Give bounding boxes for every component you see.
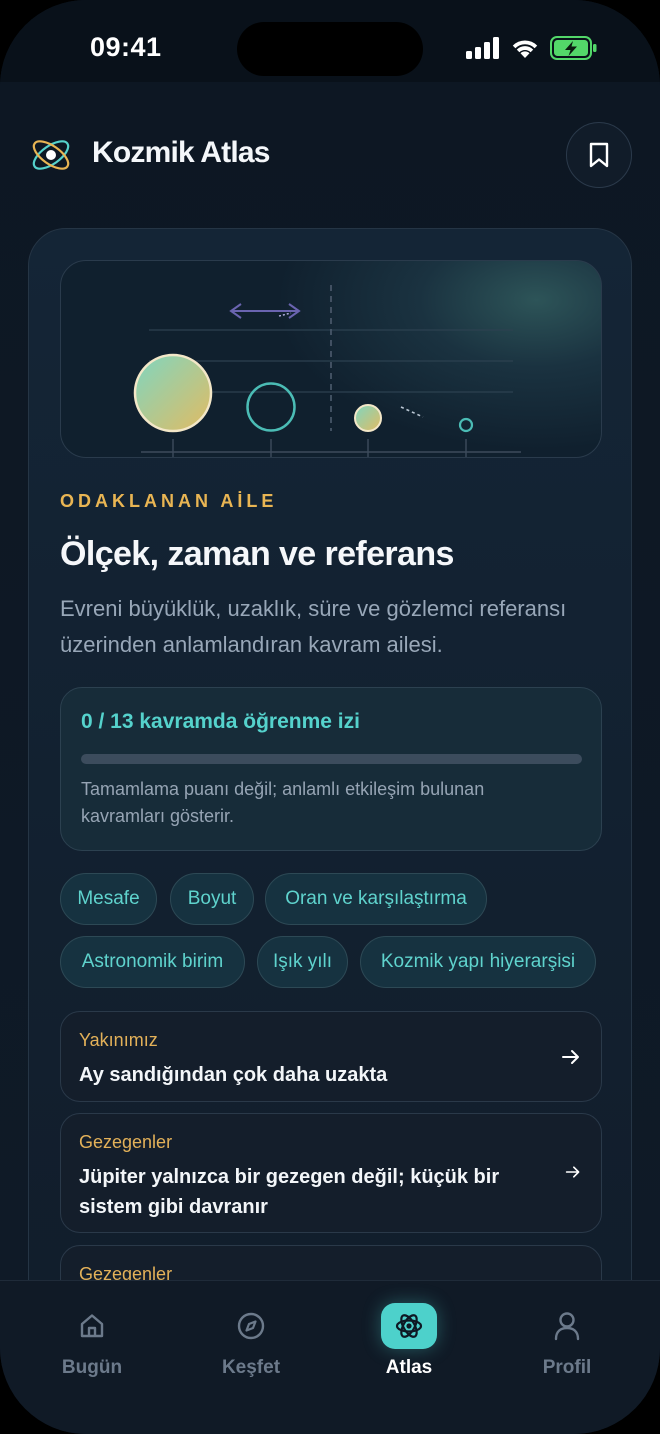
app-title: Kozmik Atlas [92,136,270,169]
scale-comparison-graphic [133,285,521,457]
dynamic-island [237,22,423,76]
bookmark-button[interactable] [566,122,632,188]
tag-chip[interactable]: Kozmik yapı hiyerarşisi [360,936,596,988]
focus-family-card: ODAKLANAN AİLE Ölçek, zaman ve referans … [28,228,632,1280]
atom-icon [381,1303,437,1349]
lesson-card[interactable]: Yakınımız Ay sandığından çok daha uzakta [60,1011,602,1102]
cellular-signal-icon [466,37,499,59]
progress-note: Tamamlama puanı değil; anlamlı etkileşim… [81,779,485,826]
lesson-card[interactable]: Gezegenler Jüpiter yalnızca bir gezegen … [60,1113,602,1233]
section-title: Ölçek, zaman ve referans [60,535,454,573]
lesson-title: Jüpiter yalnızca bir gezegen değil; küçü… [79,1166,500,1218]
tag-chip[interactable]: Boyut [170,873,254,925]
bottom-tab-bar: Bugün Keşfet Atlas Profil [0,1280,660,1434]
status-bar: 09:41 [0,0,660,82]
lesson-card[interactable]: Gezegenler [60,1245,602,1280]
tab-label: Atlas [385,1357,433,1378]
orbit-logo-icon [32,140,70,170]
status-icons [466,34,598,62]
tab-label: Bugün [61,1357,123,1378]
tag-chip[interactable]: Mesafe [60,873,157,925]
tab-atlas[interactable]: Atlas [349,1303,469,1383]
progress-bar [81,754,582,764]
tab-label: Profil [542,1357,592,1378]
progress-label: 0 / 13 kavramda öğrenme izi [81,710,360,733]
scale-illustration [60,260,602,458]
phone-screen: 09:41 Kozmik Atlas ODAKLANAN AİLE Ölçek,… [0,0,660,1434]
tab-label: Keşfet [221,1357,281,1378]
app-header: Kozmik Atlas [0,82,660,222]
status-time: 09:41 [90,32,162,62]
compass-icon [223,1303,279,1349]
arrow-right-icon [565,1166,580,1178]
tab-kesfet[interactable]: Keşfet [191,1303,311,1383]
section-description: Evreni büyüklük, uzaklık, süre ve gözlem… [60,596,567,657]
learning-progress: 0 / 13 kavramda öğrenme izi Tamamlama pu… [60,687,602,851]
home-icon [64,1303,120,1349]
lesson-category: Gezegenler [79,1264,173,1280]
tab-bugun[interactable]: Bugün [32,1303,152,1383]
tag-chip[interactable]: Işık yılı [257,936,348,988]
tab-profil[interactable]: Profil [507,1303,627,1383]
wifi-icon [512,40,538,58]
tag-chip[interactable]: Oran ve karşılaştırma [265,873,487,925]
arrow-right-icon [562,1050,579,1064]
lesson-title: Ay sandığından çok daha uzakta [79,1064,388,1086]
tag-chip[interactable]: Astronomik birim [60,936,245,988]
battery-charging-icon [550,36,597,60]
lesson-category: Gezegenler [79,1132,173,1152]
bookmark-icon [589,142,609,168]
section-eyebrow: ODAKLANAN AİLE [60,491,278,511]
main-content[interactable]: Kozmik Atlas ODAKLANAN AİLE Ölçek, zaman… [0,82,660,1280]
user-icon [539,1303,595,1349]
lesson-category: Yakınımız [79,1030,158,1050]
